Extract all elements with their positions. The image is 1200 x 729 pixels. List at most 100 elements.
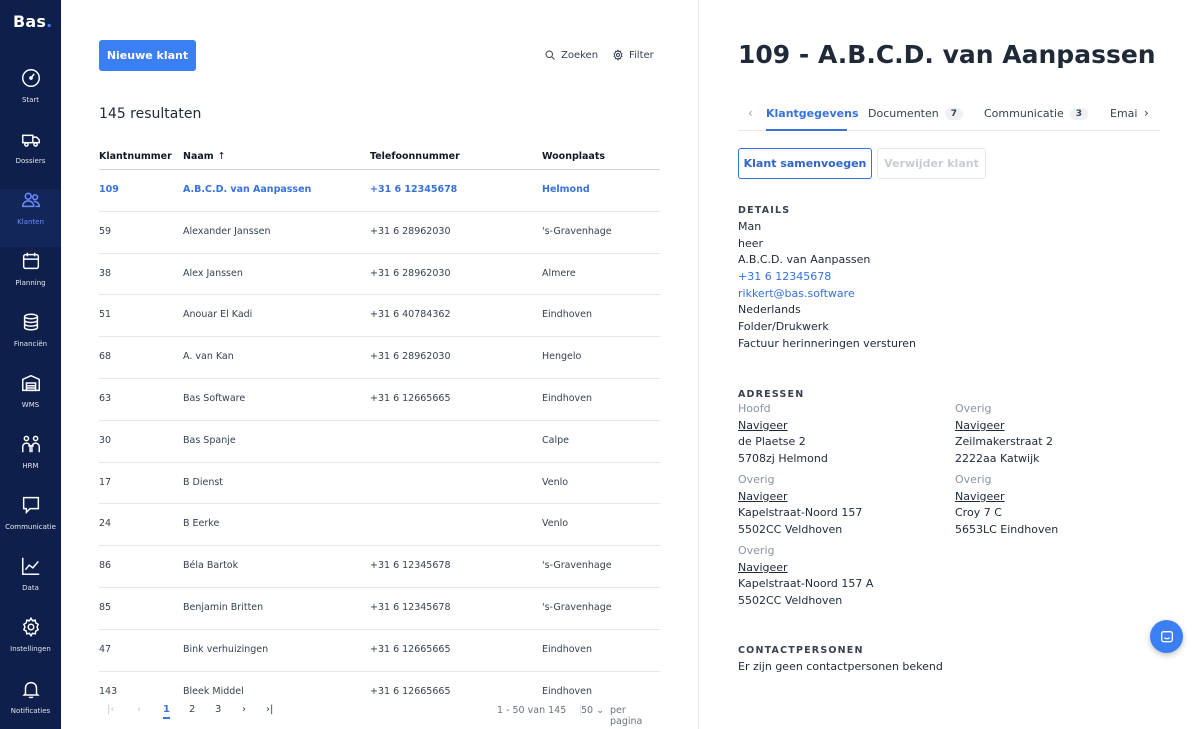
results-count: 145 resultaten (99, 106, 202, 122)
sidebar-item-wms[interactable]: WMS (0, 372, 61, 430)
cell-telefoonnummer: +31 6 12665665 (370, 643, 451, 655)
sidebar-item-start[interactable]: Start (0, 67, 61, 125)
sidebar-item-klanten[interactable]: Klanten (0, 189, 61, 247)
page-1-button[interactable]: 1 (163, 704, 170, 719)
column-header-woonplaats[interactable]: Woonplaats (542, 151, 605, 162)
page-3-button[interactable]: 3 (215, 704, 221, 715)
gear-icon (22, 616, 39, 638)
sidebar-item-dossiers[interactable]: Dossiers (0, 128, 61, 186)
sidebar-item-planning[interactable]: Planning (0, 250, 61, 308)
filter-button[interactable]: Filter (612, 49, 654, 61)
cell-naam: Bas Software (183, 392, 246, 404)
table-row[interactable]: 109 A.B.C.D. van Aanpassen +31 6 12345678 H… (99, 170, 660, 212)
table-row[interactable]: 85 Benjamin Britten +31 6 12345678 's-Grave… (99, 588, 660, 630)
address-card: Overig Navigeer Kapelstraat-Noord 157 55… (738, 472, 862, 539)
speedometer-icon (21, 69, 40, 87)
tab-documenten[interactable]: Documenten 7 (868, 107, 963, 120)
table-row[interactable]: 38 Alex Janssen +31 6 28962030 Almere (99, 254, 660, 296)
last-page-button[interactable]: ›| (266, 704, 273, 715)
tab-klantgegevens[interactable]: Klantgegevens (766, 107, 859, 120)
sidebar-item-label: HRM (22, 462, 39, 470)
cell-klantnummer: 17 (99, 476, 112, 488)
coins-icon (23, 313, 38, 331)
address-street: Kapelstraat-Noord 157 (738, 506, 863, 520)
table-row[interactable]: 63 Bas Software +31 6 12665665 Eindhoven (99, 379, 660, 421)
cell-naam: A.B.C.D. van Aanpassen (183, 184, 312, 195)
cell-woonplaats: 's-Gravenhage (542, 225, 612, 237)
cell-klantnummer: 38 (99, 267, 112, 279)
next-page-button[interactable]: › (242, 704, 246, 715)
column-header-telefoonnummer[interactable]: Telefoonnummer (370, 151, 460, 162)
first-page-button[interactable]: |‹ (107, 704, 114, 715)
cell-woonplaats: Calpe (542, 434, 569, 446)
navigate-link[interactable]: Navigeer (738, 560, 873, 577)
cell-telefoonnummer: +31 6 28962030 (370, 267, 451, 279)
chevron-down-icon: ⌄ (596, 705, 605, 716)
table-row[interactable]: 51 Anouar El Kadi +31 6 40784362 Eindhoven (99, 295, 660, 338)
address-card: Overig Navigeer Zeilmakerstraat 2 2222aa… (955, 401, 1053, 468)
per-page-label: per pagina (610, 705, 643, 727)
sidebar-item-hrm[interactable]: HRM (0, 433, 61, 491)
table-row[interactable]: 17 B Dienst Venlo (99, 463, 660, 505)
cell-klantnummer: 30 (99, 434, 112, 446)
chat-bubble-icon (1160, 630, 1173, 642)
address-city: 5502CC Veldhoven (738, 523, 843, 537)
tabs-scroll-right-icon[interactable]: › (1144, 106, 1149, 120)
cell-klantnummer: 85 (99, 601, 112, 613)
detail-email-link[interactable]: rikkert@bas.software (738, 287, 855, 300)
table-row[interactable]: 47 Bink verhuizingen +31 6 12665665 Eindhov… (99, 630, 660, 672)
delete-client-button: Verwijder klant (877, 148, 986, 179)
table-row[interactable]: 59 Alexander Janssen +31 6 28962030 's-Grav… (99, 212, 660, 254)
sidebar-item-label: Data (22, 584, 39, 592)
search-label: Zoeken (561, 49, 599, 61)
table-row[interactable]: 30 Bas Spanje Calpe (99, 421, 660, 463)
prev-page-button[interactable]: ‹ (137, 704, 141, 715)
cell-woonplaats: Hengelo (542, 351, 582, 363)
column-header-naam[interactable]: Naam ↑ (183, 151, 226, 162)
navigate-link[interactable]: Navigeer (955, 418, 1053, 435)
sidebar-item-data[interactable]: Data (0, 555, 61, 613)
bell-icon (21, 681, 40, 699)
cell-woonplaats: Venlo (542, 518, 569, 530)
tabs-scroll-left-icon[interactable]: ‹ (748, 106, 753, 120)
sidebar-item-financien[interactable]: Financiën (0, 311, 61, 369)
address-street: Zeilmakerstraat 2 (955, 435, 1053, 449)
table-row[interactable]: 68 A. van Kan +31 6 28962030 Hengelo (99, 337, 660, 379)
table-row[interactable]: 24 B Eerke Venlo (99, 504, 660, 547)
sidebar-item-notificaties[interactable]: Notificaties (0, 678, 61, 729)
per-page-select[interactable]: 50 ⌄ (580, 705, 604, 716)
navigate-link[interactable]: Navigeer (738, 418, 828, 435)
address-type: Overig (738, 544, 775, 557)
table-header: Klantnummer Naam ↑ Telefoonnummer Woonpla… (99, 151, 660, 170)
table-row[interactable]: 86 Béla Bartok +31 6 12345678 's-Gravenhage (99, 546, 660, 588)
cell-naam: Bleek Middel (183, 685, 244, 697)
column-header-klantnummer[interactable]: Klantnummer (99, 151, 172, 162)
detail-reminders: Factuur herinneringen versturen (738, 337, 917, 350)
cell-telefoonnummer: +31 6 28962030 (370, 225, 451, 237)
cell-woonplaats: Venlo (542, 476, 569, 488)
tab-communicatie[interactable]: Communicatie 3 (984, 107, 1089, 120)
sidebar-item-communicatie[interactable]: Communicatie (0, 494, 61, 552)
address-city: 5708zj Helmond (738, 452, 828, 466)
support-chat-button[interactable] (1150, 620, 1183, 653)
cell-klantnummer: 63 (99, 392, 112, 404)
navigate-link[interactable]: Navigeer (955, 489, 1058, 506)
new-client-button[interactable]: Nieuwe klant (99, 40, 196, 71)
detail-tabs: ‹ Klantgegevens Documenten 7 Communicatie… (738, 98, 1160, 131)
sidebar-item-instellingen[interactable]: Instellingen (0, 616, 61, 674)
cell-woonplaats: 's-Gravenhage (542, 601, 612, 613)
search-button[interactable]: Zoeken (544, 49, 598, 61)
navigate-link[interactable]: Navigeer (738, 489, 862, 506)
sidebar-item-label: Start (21, 96, 40, 104)
page-2-button[interactable]: 2 (189, 704, 195, 715)
cell-telefoonnummer: +31 6 28962030 (370, 351, 451, 363)
merge-client-button[interactable]: Klant samenvoegen (738, 148, 872, 179)
tab-email[interactable]: Emai (1110, 107, 1146, 120)
detail-phone-link[interactable]: +31 6 12345678 (738, 270, 831, 283)
logo[interactable]: Bas. (13, 12, 52, 31)
client-list-panel: Nieuwe klant Zoeken Filter 145 resultate… (61, 0, 699, 729)
cell-klantnummer: 109 (99, 184, 119, 195)
filter-gear-icon (613, 49, 623, 61)
address-type: Overig (738, 473, 775, 486)
detail-language: Nederlands (738, 303, 801, 316)
